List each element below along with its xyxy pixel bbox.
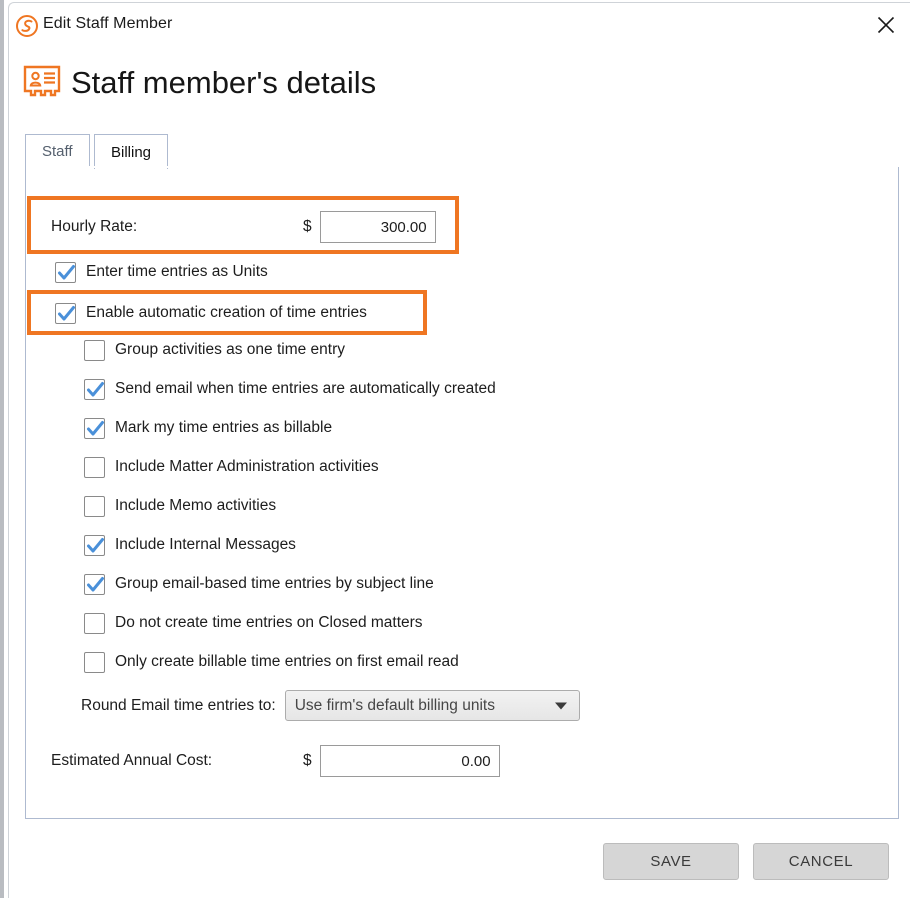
checkbox-unchecked-icon xyxy=(84,339,105,361)
tab-billing-label: Billing xyxy=(111,143,152,161)
round-email-select[interactable]: Use firm's default billing units xyxy=(284,690,580,721)
estimated-annual-cost-row: Estimated Annual Cost: $ xyxy=(51,745,500,777)
checkbox-label: Include Internal Messages xyxy=(115,536,296,553)
dialog-title: Edit Staff Member xyxy=(43,15,173,32)
checkbox-send-email-when-time-entries-are-automatically-created[interactable]: Send email when time entries are automat… xyxy=(84,377,496,401)
page-header: Staff member's details xyxy=(23,65,376,99)
dialog-screen: Edit Staff Member Staff member's details xyxy=(0,0,910,898)
checkbox-enable-automatic-creation-of-time-entries[interactable]: Enable automatic creation of time entrie… xyxy=(55,301,367,325)
tab-staff[interactable]: Staff xyxy=(25,134,90,168)
checkbox-include-matter-administration-activities[interactable]: Include Matter Administration activities xyxy=(84,455,379,479)
checkbox-unchecked-icon xyxy=(84,495,105,517)
hourly-rate-row: Hourly Rate: $ xyxy=(51,211,436,243)
cancel-button[interactable]: CANCEL xyxy=(753,843,889,880)
checkbox-group-email-based-time-entries-by-subject-line[interactable]: Group email-based time entries by subjec… xyxy=(84,572,434,596)
checkbox-label: Include Matter Administration activities xyxy=(115,458,379,475)
checkbox-unchecked-icon xyxy=(84,651,105,673)
checkbox-enter-time-entries-as-units[interactable]: Enter time entries as Units xyxy=(55,260,268,284)
dialog-titlebar: Edit Staff Member xyxy=(9,3,910,49)
page-title: Staff member's details xyxy=(71,64,377,100)
checkbox-checked-icon xyxy=(55,261,76,283)
checkbox-only-create-billable-time-entries-on-first-email-read[interactable]: Only create billable time entries on fir… xyxy=(84,650,459,674)
id-card-icon xyxy=(23,65,61,99)
checkbox-unchecked-icon xyxy=(84,612,105,634)
checkbox-include-internal-messages[interactable]: Include Internal Messages xyxy=(84,533,296,557)
estimated-annual-cost-input[interactable] xyxy=(319,745,500,777)
round-email-row: Round Email time entries to: Use firm's … xyxy=(81,690,580,721)
checkbox-checked-icon xyxy=(84,573,105,595)
active-tab-seam xyxy=(78,166,172,168)
tab-strip: Staff Billing xyxy=(25,134,899,169)
close-icon[interactable] xyxy=(863,3,909,47)
checkbox-label: Only create billable time entries on fir… xyxy=(115,653,459,670)
checkbox-label: Send email when time entries are automat… xyxy=(115,380,496,397)
checkbox-checked-icon xyxy=(84,378,105,400)
estimated-annual-cost-currency-symbol: $ xyxy=(303,752,312,769)
round-email-selected-value: Use firm's default billing units xyxy=(294,696,495,714)
hourly-rate-currency-symbol: $ xyxy=(303,218,312,235)
checkbox-label: Group activities as one time entry xyxy=(115,341,346,358)
hourly-rate-input[interactable] xyxy=(319,211,436,243)
checkbox-checked-icon xyxy=(84,534,105,556)
checkbox-unchecked-icon xyxy=(84,456,105,478)
checkbox-label: Enable automatic creation of time entrie… xyxy=(86,304,367,321)
hourly-rate-label: Hourly Rate: xyxy=(51,218,138,235)
checkbox-do-not-create-time-entries-on-closed-matters[interactable]: Do not create time entries on Closed mat… xyxy=(84,611,423,635)
checkbox-group-activities-as-one-time-entry[interactable]: Group activities as one time entry xyxy=(84,338,345,362)
edit-staff-member-dialog: Edit Staff Member Staff member's details xyxy=(8,2,910,898)
checkbox-include-memo-activities[interactable]: Include Memo activities xyxy=(84,494,276,518)
checkbox-mark-my-time-entries-as-billable[interactable]: Mark my time entries as billable xyxy=(84,416,332,440)
chevron-down-icon xyxy=(554,702,567,709)
tab-staff-label: Staff xyxy=(42,143,73,160)
checkbox-checked-icon xyxy=(84,417,105,439)
checkbox-label: Do not create time entries on Closed mat… xyxy=(115,614,423,631)
checkbox-label: Mark my time entries as billable xyxy=(115,419,333,436)
save-button[interactable]: SAVE xyxy=(603,843,739,880)
estimated-annual-cost-label: Estimated Annual Cost: xyxy=(51,752,213,769)
round-email-label: Round Email time entries to: xyxy=(81,696,276,714)
checkbox-label: Group email-based time entries by subjec… xyxy=(115,575,434,592)
smokeball-s-logo-icon xyxy=(15,14,39,38)
checkbox-checked-icon xyxy=(55,302,76,324)
checkbox-label: Enter time entries as Units xyxy=(86,263,268,280)
checkbox-label: Include Memo activities xyxy=(115,497,277,514)
tab-billing[interactable]: Billing xyxy=(94,134,169,169)
